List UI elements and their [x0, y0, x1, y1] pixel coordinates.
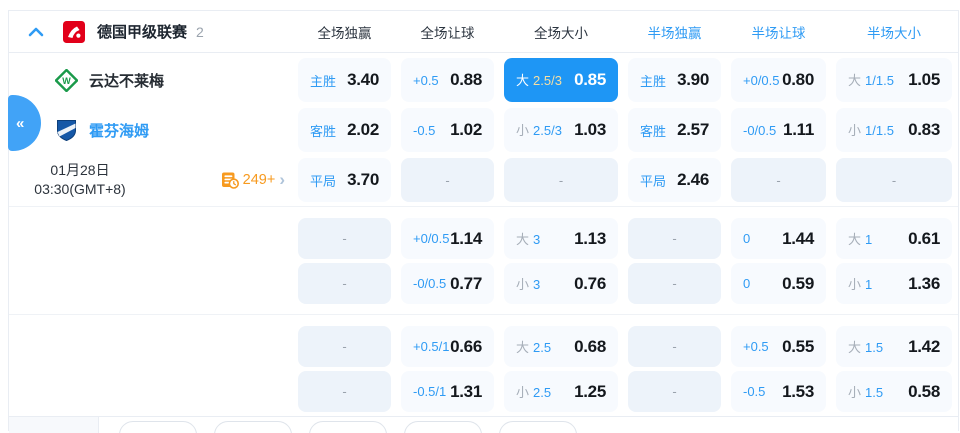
odds-cell-home-win[interactable]: 主胜 3.40 [298, 58, 391, 102]
odds-cell-handicap[interactable]: +0/0.5 1.14 [401, 218, 494, 259]
odds-row: - +0/0.5 1.14 大 3 1.13 - 0 1.44 大 1 0.61 [293, 216, 958, 261]
odds-cell-away-win[interactable]: 客胜 2.02 [298, 108, 391, 152]
bottom-tab-pill[interactable] [119, 421, 197, 433]
odds-row: 主胜 3.40 +0.5 0.88 大 2.5/3 0.85 主胜 3.90 +0/0.5… [293, 55, 958, 105]
odds-cell-empty: - [298, 326, 391, 367]
odds-cell-draw-half[interactable]: 平局 2.46 [628, 158, 721, 202]
chevron-right-icon: › [279, 169, 285, 189]
column-header-half-win: 半场独赢 [647, 25, 702, 41]
match-count-badge: 2 [196, 23, 204, 40]
odds-cell-over[interactable]: 大 3 1.13 [504, 218, 618, 259]
match-date: 01月28日 [50, 162, 110, 178]
markets-icon [221, 172, 239, 189]
odds-cell-handicap-half[interactable]: +0.5 0.55 [731, 326, 826, 367]
odds-group-alt-lines-2: - +0.5/1 0.66 大 2.5 0.68 - +0.5 0.55 大 1.5 1.4… [9, 314, 958, 416]
odds-cell-handicap-half[interactable]: -0/0.5 1.11 [731, 108, 826, 152]
odds-row: - +0.5/1 0.66 大 2.5 0.68 - +0.5 0.55 大 1.5 1.4… [293, 324, 958, 369]
odds-cell-handicap[interactable]: +0.5/1 0.66 [401, 326, 494, 367]
team-name-home: 云达不莱梅 [89, 72, 165, 90]
odds-cell-over-half[interactable]: 大 1 0.61 [836, 218, 952, 259]
odds-cell-over-half[interactable]: 大 1/1.5 1.05 [836, 58, 952, 102]
collapse-button[interactable] [21, 17, 51, 47]
odds-cell-empty: - [628, 218, 721, 259]
odds-group-alt-lines-1: - +0/0.5 1.14 大 3 1.13 - 0 1.44 大 1 0.61 - -0/… [9, 206, 958, 314]
odds-row: 平局 3.70 - - 平局 2.46 - - [293, 155, 958, 205]
odds-cell-under-half[interactable]: 小 1/1.5 0.83 [836, 108, 952, 152]
odds-cell-under-half[interactable]: 小 1.5 0.58 [836, 371, 952, 412]
league-header: 德国甲级联赛 2 [9, 11, 293, 52]
bottom-tab-pill[interactable] [499, 421, 577, 433]
team-row-away: 霍芬海姆 [9, 105, 293, 155]
odds-panel: 德国甲级联赛 2 全场独赢 全场让球 全场大小 半场独赢 半场让球 半场大小 W… [8, 10, 959, 433]
odds-group-main: W 云达不莱梅 霍芬海姆 01月28日 03:30(GMT+8) 249+ › … [9, 53, 958, 206]
odds-cell-empty: - [628, 263, 721, 304]
odds-cell-empty: - [731, 158, 826, 202]
odds-cell-handicap-half[interactable]: -0.5 1.53 [731, 371, 826, 412]
bottom-tab-pill[interactable] [404, 421, 482, 433]
odds-cell-over[interactable]: 大 2.5 0.68 [504, 326, 618, 367]
odds-cell-handicap[interactable]: -0.5/1 1.31 [401, 371, 494, 412]
column-header-half-overunder: 半场大小 [867, 25, 921, 41]
match-info: W 云达不莱梅 霍芬海姆 01月28日 03:30(GMT+8) 249+ › [9, 55, 293, 205]
odds-cell-empty: - [504, 158, 618, 202]
odds-row: - -0.5/1 1.31 小 2.5 1.25 - -0.5 1.53 小 1.5 0.5… [293, 369, 958, 414]
odds-cell-handicap[interactable]: +0.5 0.88 [401, 58, 494, 102]
chevron-up-icon [28, 27, 44, 36]
odds-cell-empty: - [298, 218, 391, 259]
odds-cell-under[interactable]: 小 2.5 1.25 [504, 371, 618, 412]
odds-cell-handicap-half[interactable]: 0 0.59 [731, 263, 826, 304]
odds-cell-empty: - [298, 371, 391, 412]
match-info-spacer [9, 324, 293, 414]
match-info-spacer [9, 216, 293, 306]
team-logo-away-icon [57, 119, 76, 141]
team-logo-home-icon: W [55, 68, 78, 92]
odds-cell-empty: - [298, 263, 391, 304]
table-header: 德国甲级联赛 2 全场独赢 全场让球 全场大小 半场独赢 半场让球 半场大小 [9, 11, 958, 53]
svg-text:W: W [62, 76, 71, 86]
odds-cell-empty: - [628, 326, 721, 367]
column-header-full-overunder: 全场大小 [534, 25, 588, 41]
odds-cell-handicap-half[interactable]: +0/0.5 0.80 [731, 58, 826, 102]
match-datetime: 01月28日 03:30(GMT+8) [9, 161, 151, 199]
odds-cell-over-half[interactable]: 大 1.5 1.42 [836, 326, 952, 367]
odds-cell-under-half[interactable]: 小 1 1.36 [836, 263, 952, 304]
team-row-home: W 云达不莱梅 [9, 55, 293, 105]
bottom-tab-pill[interactable] [309, 421, 387, 433]
odds-cell-handicap[interactable]: -0.5 1.02 [401, 108, 494, 152]
bottom-tab-pill[interactable] [214, 421, 292, 433]
odds-cell-under[interactable]: 小 2.5/3 1.03 [504, 108, 618, 152]
odds-cell-home-win-half[interactable]: 主胜 3.90 [628, 58, 721, 102]
match-meta-row: 01月28日 03:30(GMT+8) 249+ › [9, 155, 293, 205]
odds-cell-over-selected[interactable]: 大 2.5/3 0.85 [504, 58, 618, 102]
markets-count: 249+ [242, 172, 276, 188]
odds-cell-empty: - [836, 158, 952, 202]
odds-cell-away-win-half[interactable]: 客胜 2.57 [628, 108, 721, 152]
odds-cell-handicap[interactable]: -0/0.5 0.77 [401, 263, 494, 304]
team-name-away: 霍芬海姆 [89, 122, 150, 140]
bottom-tabs-bar [9, 416, 958, 433]
odds-cell-empty: - [401, 158, 494, 202]
more-markets-button[interactable]: 249+ › [221, 171, 285, 189]
league-logo-icon [63, 20, 85, 43]
column-header-half-handicap: 半场让球 [751, 25, 806, 41]
odds-row: - -0/0.5 0.77 小 3 0.76 - 0 0.59 小 1 1.36 [293, 261, 958, 306]
odds-cell-draw[interactable]: 平局 3.70 [298, 158, 391, 202]
odds-cell-empty: - [628, 371, 721, 412]
column-header-full-handicap: 全场让球 [420, 25, 475, 41]
odds-cell-handicap-half[interactable]: 0 1.44 [731, 218, 826, 259]
match-time: 03:30(GMT+8) [34, 181, 126, 197]
odds-cell-under[interactable]: 小 3 0.76 [504, 263, 618, 304]
league-name: 德国甲级联赛 [97, 24, 188, 41]
odds-row: 客胜 2.02 -0.5 1.02 小 2.5/3 1.03 客胜 2.57 -0/0.5… [293, 105, 958, 155]
column-header-full-win: 全场独赢 [317, 25, 372, 41]
